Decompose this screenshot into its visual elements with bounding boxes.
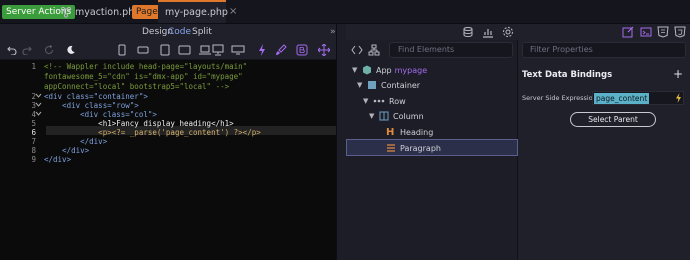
code-icon[interactable] — [351, 45, 363, 55]
css-icon[interactable] — [657, 26, 669, 38]
wide-screen-icon[interactable] — [231, 45, 245, 55]
container-icon — [368, 81, 376, 89]
tab-myaction-label: myaction.php — [75, 6, 141, 18]
line-number: 4 — [31, 110, 36, 119]
filter-properties-input[interactable]: Filter Properties — [522, 42, 686, 58]
terminal-icon[interactable] — [640, 26, 652, 38]
code-line: <div class="row"> — [44, 101, 139, 110]
app-cube-icon — [363, 65, 371, 75]
code-line: <!-- Wappler include head-page="layouts/… — [44, 62, 248, 71]
lightning-bind-icon[interactable] — [675, 93, 682, 103]
code-line: </div> — [44, 155, 72, 164]
expand-caret-icon[interactable]: ▼ — [352, 66, 362, 74]
bootstrap-icon[interactable] — [296, 44, 308, 56]
column-label: Column — [393, 111, 424, 121]
code-line: </div> — [44, 146, 90, 155]
tree-icon[interactable] — [368, 44, 380, 56]
code-line: fontawesome_5="cdn" is="dmx-app" id="myp… — [44, 72, 243, 81]
file-tab-bar: Server Actions myaction.php Pages my-pag… — [0, 0, 690, 24]
expand-caret-icon[interactable]: ▼ — [369, 112, 379, 120]
tab-mypage[interactable]: my-page.php — [158, 0, 228, 23]
tablet-landscape-icon[interactable] — [178, 45, 191, 55]
tab-myaction[interactable]: myaction.php — [60, 0, 140, 24]
section-title: Text Data Bindings — [522, 70, 613, 80]
paragraph-label: Paragraph — [400, 143, 441, 153]
select-parent-button[interactable]: Select Parent — [570, 112, 656, 127]
paragraph-icon — [387, 144, 395, 152]
heading-label: Heading — [400, 127, 434, 137]
line-number: 5 — [31, 119, 36, 128]
settings-icon[interactable] — [502, 26, 514, 38]
fold-chevron-icon[interactable] — [35, 102, 42, 107]
heading-h-icon: H — [386, 126, 395, 138]
line-number: 3 — [31, 101, 36, 110]
line-number: 7 — [31, 137, 36, 146]
server-expression-field[interactable]: page_content — [592, 91, 684, 105]
code-line: </div> — [44, 137, 108, 146]
undo-icon[interactable] — [7, 45, 17, 55]
tree-node-row[interactable]: ▼ Row — [363, 94, 406, 108]
tab-mypage-label: my-page.php — [165, 7, 228, 18]
close-tab-icon[interactable]: × — [229, 6, 237, 17]
chart-icon[interactable] — [482, 26, 494, 38]
line-number: 8 — [31, 146, 36, 155]
tree-node-app[interactable]: ▼ App mypage — [352, 63, 427, 77]
tree-node-paragraph[interactable]: Paragraph — [386, 141, 441, 155]
fold-chevron-icon[interactable] — [35, 93, 42, 98]
css-brush-icon[interactable] — [275, 44, 287, 56]
expr-label: Server Side Expression — [522, 94, 597, 102]
lightning-icon[interactable] — [258, 44, 266, 56]
tree-node-column[interactable]: ▼ Column — [369, 109, 424, 123]
moon-icon[interactable] — [66, 45, 76, 55]
database-icon[interactable] — [462, 26, 474, 38]
code-line: <div class="col"> — [44, 110, 157, 119]
container-label: Container — [381, 80, 421, 90]
app-id: mypage — [394, 65, 428, 75]
find-elements-placeholder: Find Elements — [398, 45, 455, 54]
row-icon — [373, 99, 385, 103]
code-line: <p><?= _parse('page_content') ?></p> — [44, 128, 261, 137]
expand-caret-icon[interactable]: ▼ — [357, 81, 367, 89]
code-line: <div class="container"> — [44, 92, 148, 101]
phone-icon[interactable] — [118, 44, 126, 56]
filter-properties-placeholder: Filter Properties — [530, 45, 593, 54]
laptop-icon[interactable] — [198, 45, 212, 55]
tree-node-heading[interactable]: H Heading — [386, 125, 433, 139]
add-binding-icon[interactable]: + — [673, 67, 683, 81]
row-label: Row — [389, 96, 406, 106]
move-icon[interactable] — [318, 44, 330, 56]
app-label: App — [376, 65, 392, 75]
redo-icon[interactable] — [22, 45, 32, 55]
expand-panel-icon[interactable]: » — [330, 24, 336, 40]
spacer — [222, 45, 223, 46]
expression-value: page_content — [594, 93, 650, 104]
phone-landscape-icon[interactable] — [137, 45, 149, 55]
action-flow-icon — [60, 6, 72, 18]
tree-node-container[interactable]: ▼ Container — [357, 78, 420, 92]
find-elements-input[interactable]: Find Elements — [389, 42, 513, 58]
code-line: <h1>Fancy display heading</h1> — [44, 119, 234, 128]
panel-splitter[interactable] — [336, 24, 346, 260]
edit-icon[interactable] — [622, 26, 634, 38]
tab-split[interactable]: Split — [192, 24, 212, 40]
html-icon[interactable] — [674, 26, 686, 38]
column-icon — [379, 111, 389, 121]
properties-panel — [518, 24, 690, 260]
expand-caret-icon[interactable]: ▼ — [363, 97, 373, 105]
fold-chevron-icon[interactable] — [35, 111, 42, 116]
line-number: 6 — [31, 128, 36, 137]
code-line: appConnect="local" bootstrap5="local" --… — [44, 82, 230, 91]
line-number: 2 — [31, 92, 36, 101]
line-number: 9 — [31, 155, 36, 164]
tablet-icon[interactable] — [160, 44, 170, 56]
refresh-icon[interactable] — [44, 45, 54, 55]
line-number: 1 — [31, 62, 36, 71]
tab-code[interactable]: Code — [168, 24, 191, 40]
